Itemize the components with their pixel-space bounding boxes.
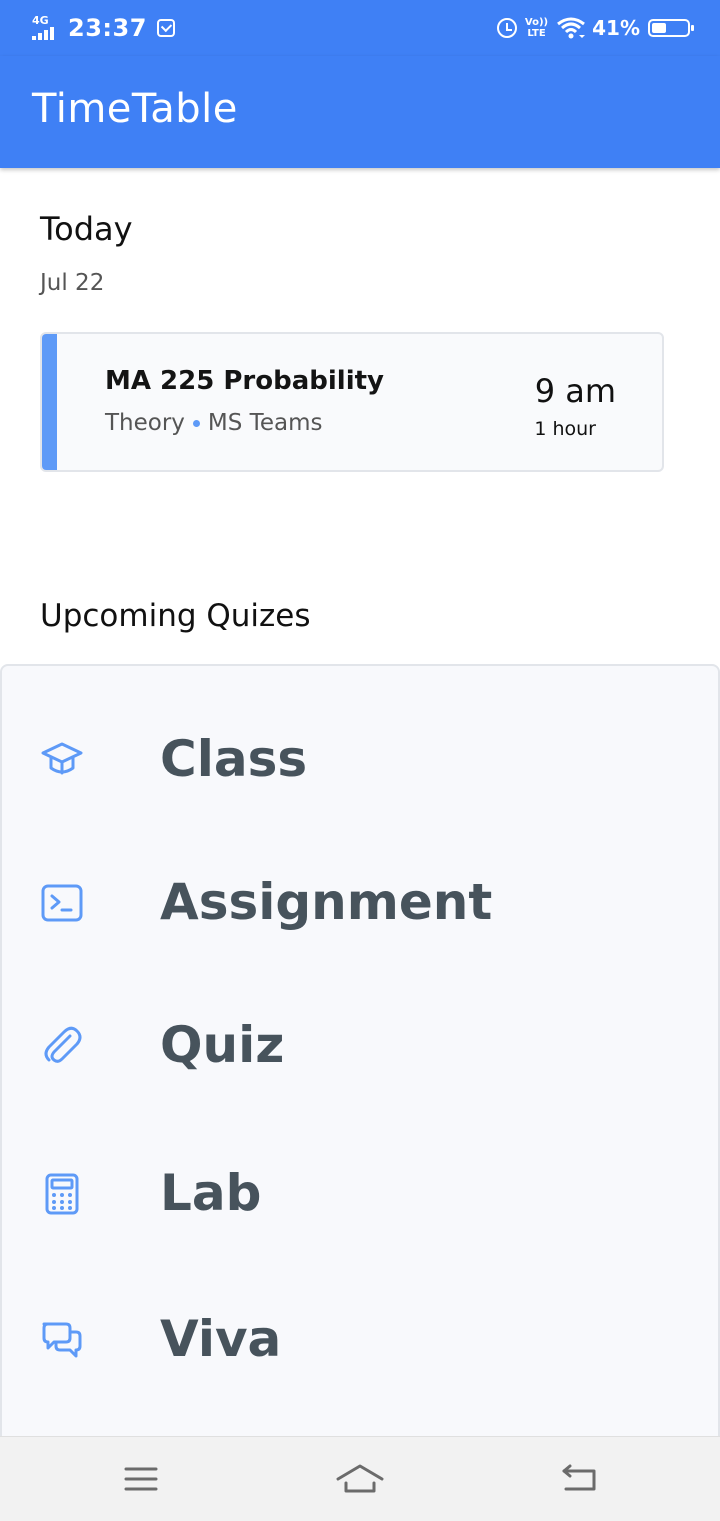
wifi-icon (557, 17, 586, 39)
upcoming-heading: Upcoming Quizes (40, 598, 311, 634)
upcoming-item-label: Viva (160, 1310, 282, 1368)
chat-bubbles-icon (42, 1322, 82, 1358)
course-venue: MS Teams (207, 410, 323, 436)
network-type: 4G (32, 14, 49, 27)
mail-notification-icon (156, 19, 175, 37)
course-meta: Theory MS Teams (105, 410, 322, 436)
course-title: MA 225 Probability (105, 366, 384, 396)
home-icon[interactable] (330, 1455, 390, 1505)
battery-icon (648, 19, 694, 37)
upcoming-item-viva[interactable]: Viva (2, 1288, 718, 1398)
upcoming-item-quiz[interactable]: Quiz (2, 994, 718, 1104)
upcoming-item-label: Lab (160, 1164, 262, 1222)
upcoming-item-lab[interactable]: Lab (2, 1142, 718, 1252)
calculator-icon (45, 1173, 79, 1215)
course-type: Theory (105, 410, 185, 436)
app-bar: TimeTable (0, 56, 720, 168)
class-card[interactable]: MA 225 Probability Theory MS Teams 9 am … (40, 332, 664, 472)
terminal-icon (41, 884, 83, 922)
alarm-icon (496, 18, 517, 38)
today-heading: Today (40, 210, 133, 248)
course-duration: 1 hour (534, 418, 596, 440)
battery-percent: 41% (592, 16, 640, 40)
separator-dot (192, 419, 200, 427)
course-time: 9 am (534, 372, 616, 410)
upcoming-item-class[interactable]: Class (2, 708, 718, 818)
signal-icon: 4G (32, 14, 60, 42)
upcoming-panel: Class Assignment Quiz Lab Viva (0, 664, 720, 1454)
upcoming-item-label: Class (160, 730, 308, 788)
status-time: 23:37 (68, 14, 147, 42)
upcoming-item-assignment[interactable]: Assignment (2, 851, 718, 961)
upcoming-item-label: Quiz (160, 1016, 285, 1074)
app-title: TimeTable (32, 86, 238, 132)
today-date: Jul 22 (40, 270, 105, 296)
paperclip-icon (44, 1026, 82, 1063)
back-icon[interactable] (550, 1455, 610, 1505)
card-accent-bar (42, 334, 57, 470)
menu-icon[interactable] (110, 1455, 170, 1505)
graduation-cap-icon (41, 742, 83, 775)
navigation-bar (0, 1436, 720, 1521)
volte-icon: Vo)) LTE (524, 17, 549, 39)
status-bar: 4G 23:37 Vo)) LTE 41% (0, 0, 720, 56)
upcoming-item-label: Assignment (160, 873, 493, 931)
